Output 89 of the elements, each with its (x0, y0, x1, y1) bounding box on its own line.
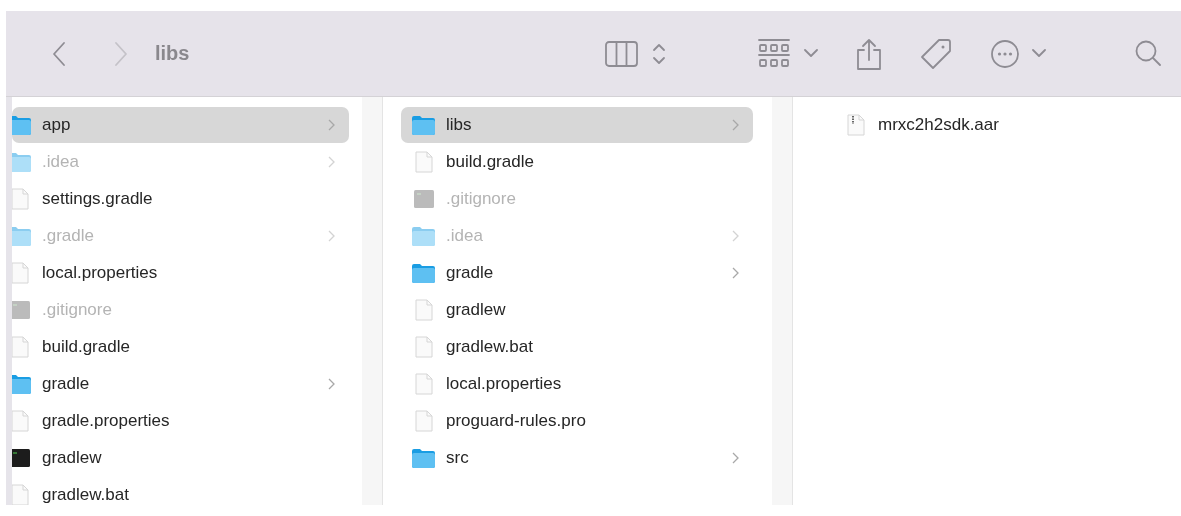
file-name: src (446, 448, 470, 468)
document-icon (12, 188, 29, 210)
document-icon (414, 410, 433, 432)
chevron-right-icon (328, 230, 335, 242)
search-icon (1135, 39, 1162, 68)
document-icon (414, 336, 433, 358)
view-mode-button[interactable] (605, 40, 667, 67)
chevron-right-icon (732, 230, 739, 242)
file-row[interactable]: build.gradle (12, 329, 349, 365)
forward-icon (113, 40, 129, 67)
document-icon (12, 410, 29, 432)
tag-icon (920, 37, 953, 70)
forward-button[interactable] (113, 40, 129, 67)
back-icon (51, 40, 67, 67)
folder-icon (411, 115, 436, 135)
terminal-icon (412, 189, 435, 209)
more-button[interactable] (990, 38, 1047, 69)
file-row[interactable]: settings.gradle (12, 181, 349, 217)
file-name: gradlew.bat (42, 485, 130, 505)
file-name: .idea (42, 152, 80, 172)
folder-icon (411, 226, 436, 246)
folder-icon (411, 448, 436, 468)
chevron-down-icon (1032, 49, 1047, 58)
share-button[interactable] (856, 37, 883, 70)
file-name: .gitignore (446, 189, 517, 209)
file-name: gradlew.bat (446, 337, 534, 357)
columns-icon (605, 40, 639, 67)
group-button[interactable] (758, 38, 819, 69)
document-icon (12, 262, 29, 284)
folder-icon (411, 263, 436, 283)
document-icon (12, 484, 29, 505)
file-name: app (42, 115, 72, 135)
folder-icon (12, 374, 32, 394)
file-row[interactable]: app (12, 107, 349, 143)
file-row[interactable]: libs (401, 107, 753, 143)
chevron-right-icon (732, 119, 739, 131)
up-down-icon (652, 41, 667, 66)
terminal-icon (12, 448, 31, 468)
search-button[interactable] (1135, 39, 1162, 68)
file-name: gradle.properties (42, 411, 171, 431)
document-icon (846, 114, 865, 136)
document-icon (414, 373, 433, 395)
file-row[interactable]: gradle (12, 366, 349, 402)
document-icon (12, 336, 29, 358)
folder-icon (12, 226, 32, 246)
back-button[interactable] (51, 40, 67, 67)
chevron-right-icon (732, 267, 739, 279)
file-name: gradle (446, 263, 495, 283)
chevron-right-icon (328, 119, 335, 131)
chevron-down-icon (804, 49, 819, 58)
file-row[interactable]: gradlew (401, 292, 753, 328)
file-name: libs (446, 115, 473, 135)
document-icon (414, 299, 433, 321)
file-name: gradle (42, 374, 91, 394)
file-row[interactable]: build.gradle (401, 144, 753, 180)
file-row[interactable]: src (401, 440, 753, 476)
file-row[interactable]: gradlew.bat (12, 477, 349, 505)
tags-button[interactable] (920, 37, 953, 70)
chevron-right-icon (732, 452, 739, 464)
file-name: mrxc2h2sdk.aar (878, 115, 1000, 135)
file-name: .gradle (42, 226, 95, 246)
window-title: libs (155, 42, 190, 65)
file-row[interactable]: local.properties (401, 366, 753, 402)
folder-icon (12, 152, 32, 172)
file-name: build.gradle (42, 337, 131, 357)
chevron-right-icon (328, 156, 335, 168)
document-icon (414, 151, 433, 173)
more-icon (990, 38, 1021, 69)
file-row[interactable]: gradle (401, 255, 753, 291)
file-name: local.properties (446, 374, 563, 394)
chevron-right-icon (328, 378, 335, 390)
file-row[interactable]: gradlew (12, 440, 349, 476)
folder-icon (12, 115, 32, 135)
file-name: .gitignore (42, 300, 113, 320)
grid-icon (758, 38, 791, 69)
file-name: .idea (446, 226, 484, 246)
file-name: gradlew (446, 300, 507, 320)
file-name: build.gradle (446, 152, 535, 172)
file-row[interactable]: gradlew.bat (401, 329, 753, 365)
file-name: proguard-rules.pro (446, 411, 587, 431)
file-row[interactable]: local.properties (12, 255, 349, 291)
file-name: gradlew (42, 448, 103, 468)
file-row[interactable]: proguard-rules.pro (401, 403, 753, 439)
file-row[interactable]: mrxc2h2sdk.aar (813, 107, 1181, 143)
file-name: local.properties (42, 263, 159, 283)
share-icon (856, 37, 883, 70)
terminal-icon (12, 300, 31, 320)
file-row[interactable]: gradle.properties (12, 403, 349, 439)
file-name: settings.gradle (42, 189, 154, 209)
